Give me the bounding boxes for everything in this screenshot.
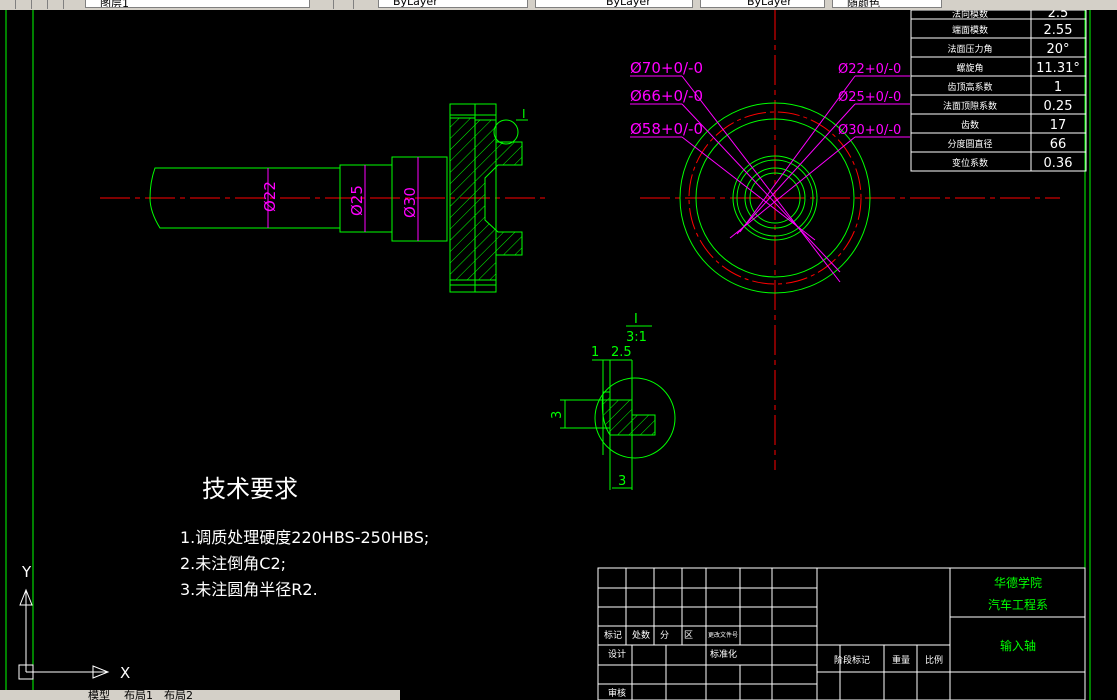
layer-dropdown[interactable]: 图层1 bbox=[85, 0, 310, 8]
dim-1: 1 bbox=[591, 345, 599, 360]
dim-d25: Ø25 bbox=[348, 185, 366, 216]
parameter-table-text: 法向模数 2.5 端面模数 2.55 法面压力角 20° 螺旋角 11.31° … bbox=[943, 10, 1080, 171]
tech-requirement-3: 3.未注圆角半径R2. bbox=[180, 580, 318, 599]
tab-layout1[interactable]: 布局1 bbox=[124, 690, 153, 700]
tb-part-name: 输入轴 bbox=[1000, 638, 1036, 653]
tb-label-weight: 重量 bbox=[892, 654, 910, 666]
detail-view-label: I bbox=[634, 312, 638, 327]
ucs-icon: Y X bbox=[18, 563, 130, 682]
tool-icon[interactable] bbox=[34, 0, 48, 9]
dim-d22-hub: Ø22+0/-0 bbox=[838, 62, 901, 77]
drawing-canvas[interactable]: I Ø22 Ø25 Ø30 Ø70+0/-0 Ø66+0/-0 Ø58+0/-0… bbox=[0, 10, 1117, 700]
param-name: 法向模数 bbox=[952, 10, 988, 20]
linetype-dropdown[interactable]: ByLayer bbox=[535, 0, 693, 8]
param-name: 齿顶高系数 bbox=[947, 81, 992, 93]
tb-label-mark: 标记 bbox=[604, 629, 622, 641]
layout-tabs: 模型 布局1 布局2 bbox=[0, 690, 400, 700]
tb-label-design: 设计 bbox=[608, 648, 626, 660]
dim-d58: Ø58+0/-0 bbox=[630, 120, 703, 138]
tab-model[interactable]: 模型 bbox=[88, 690, 110, 700]
tech-requirement-1: 1.调质处理硬度220HBS-250HBS; bbox=[180, 528, 429, 547]
title-block-text: 标记 处数 分 区 更改文件号 设计 标准化 阶段标记 重量 比例 审核 bbox=[604, 629, 943, 699]
tool-icon[interactable] bbox=[18, 0, 32, 9]
tb-department: 汽车工程系 bbox=[988, 597, 1048, 612]
tb-school: 华德学院 bbox=[994, 575, 1042, 590]
param-name: 齿数 bbox=[961, 119, 979, 131]
plotstyle-dropdown[interactable]: 随颜色 bbox=[832, 0, 942, 8]
tool-icon[interactable] bbox=[2, 0, 16, 9]
tech-requirement-2: 2.未注倒角C2; bbox=[180, 554, 286, 573]
tab-layout2[interactable]: 布局2 bbox=[164, 690, 193, 700]
dim-d25-hub: Ø25+0/-0 bbox=[838, 90, 901, 105]
dim-2-5: 2.5 bbox=[611, 345, 632, 360]
param-name: 变位系数 bbox=[952, 157, 988, 169]
detail-view-scale: 3:1 bbox=[626, 330, 647, 345]
dim-d30: Ø30 bbox=[401, 187, 419, 218]
tb-label-zone: 分 bbox=[660, 630, 669, 641]
param-name: 法面顶隙系数 bbox=[943, 100, 997, 112]
layer-state-icon[interactable] bbox=[320, 0, 334, 9]
param-value: 2.5 bbox=[1048, 10, 1069, 21]
detail-marker-label: I bbox=[522, 107, 526, 121]
param-name: 分度圆直径 bbox=[947, 138, 992, 150]
gear-front-view bbox=[640, 10, 1060, 470]
tech-requirements: 技术要求 1.调质处理硬度220HBS-250HBS; 2.未注倒角C2; 3.… bbox=[180, 475, 429, 599]
param-value: 66 bbox=[1050, 137, 1067, 152]
param-value: 20° bbox=[1046, 42, 1069, 57]
param-value: 0.25 bbox=[1044, 99, 1073, 114]
param-name: 端面模数 bbox=[952, 24, 988, 36]
tb-label-change-doc: 更改文件号 bbox=[708, 631, 738, 639]
dim-d70: Ø70+0/-0 bbox=[630, 59, 703, 77]
layers-icon[interactable] bbox=[340, 0, 354, 9]
shaft-side-view: I bbox=[100, 103, 545, 293]
dim-d30-hub: Ø30+0/-0 bbox=[838, 123, 901, 138]
param-value: 2.55 bbox=[1044, 23, 1073, 38]
tb-label-stage-mark: 阶段标记 bbox=[834, 654, 870, 666]
tb-label-scale: 比例 bbox=[925, 654, 943, 666]
param-value: 17 bbox=[1050, 118, 1067, 133]
tool-icon[interactable] bbox=[50, 0, 64, 9]
tb-label-area: 区 bbox=[684, 630, 693, 641]
dim-3-horizontal: 3 bbox=[618, 474, 626, 489]
ucs-y-label: Y bbox=[21, 563, 32, 581]
title-block-name: 华德学院 汽车工程系 输入轴 bbox=[988, 575, 1048, 653]
properties-toolbar: 图层1 ByLayer ByLayer ByLayer 随颜色 bbox=[0, 0, 1117, 10]
param-value: 11.31° bbox=[1036, 61, 1080, 76]
param-name: 螺旋角 bbox=[956, 62, 983, 74]
param-value: 1 bbox=[1054, 80, 1062, 95]
param-name: 法面压力角 bbox=[947, 43, 992, 55]
tech-requirements-title: 技术要求 bbox=[202, 475, 298, 503]
dim-3-vertical: 3 bbox=[550, 411, 565, 419]
dim-d66: Ø66+0/-0 bbox=[630, 87, 703, 105]
param-value: 0.36 bbox=[1044, 156, 1073, 171]
tb-label-count: 处数 bbox=[632, 629, 650, 641]
tb-label-check: 审核 bbox=[608, 687, 626, 699]
tb-label-standardize: 标准化 bbox=[710, 648, 737, 660]
lineweight-dropdown[interactable]: ByLayer bbox=[700, 0, 825, 8]
ucs-x-label: X bbox=[120, 664, 130, 682]
dim-d22: Ø22 bbox=[261, 181, 279, 212]
detail-view: I 3:1 1 2.5 3 3 bbox=[550, 312, 676, 490]
gear-dimension-labels: Ø70+0/-0 Ø66+0/-0 Ø58+0/-0 Ø22+0/-0 Ø25+… bbox=[630, 59, 901, 138]
color-dropdown[interactable]: ByLayer bbox=[378, 0, 528, 8]
